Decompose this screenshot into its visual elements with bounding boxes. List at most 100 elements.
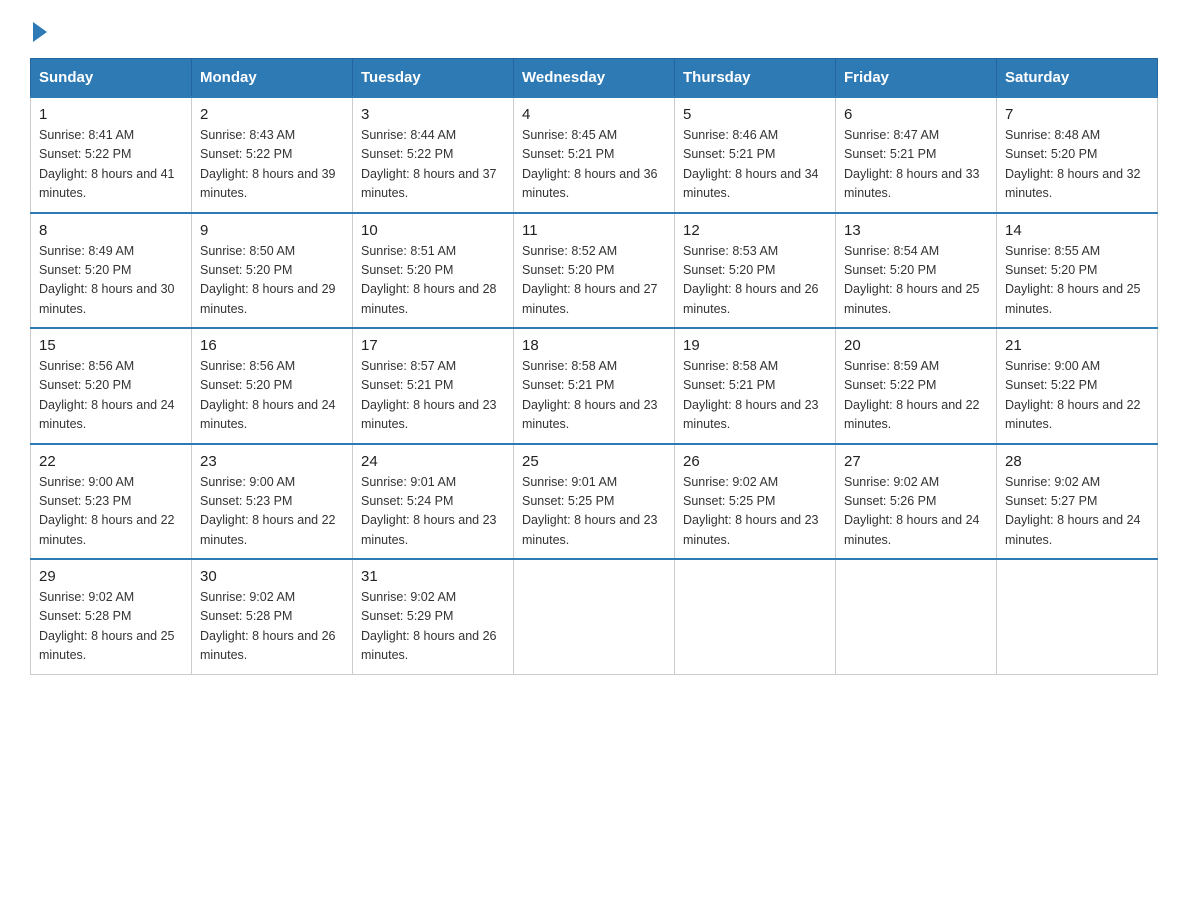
daylight-label: Daylight: 8 hours and 22 minutes. [200,513,336,546]
daylight-label: Daylight: 8 hours and 32 minutes. [1005,167,1141,200]
calendar-day-cell: 1 Sunrise: 8:41 AM Sunset: 5:22 PM Dayli… [31,97,192,213]
sunset-label: Sunset: 5:21 PM [683,378,775,392]
daylight-label: Daylight: 8 hours and 23 minutes. [522,513,658,546]
logo-top [30,20,47,42]
day-info: Sunrise: 8:51 AM Sunset: 5:20 PM Dayligh… [361,242,505,320]
daylight-label: Daylight: 8 hours and 23 minutes. [361,398,497,431]
daylight-label: Daylight: 8 hours and 26 minutes. [361,629,497,662]
calendar-day-cell [997,559,1158,674]
daylight-label: Daylight: 8 hours and 22 minutes. [39,513,175,546]
day-number: 9 [200,222,344,239]
day-number: 13 [844,222,988,239]
day-number: 30 [200,568,344,585]
daylight-label: Daylight: 8 hours and 25 minutes. [844,282,980,315]
calendar-day-cell: 13 Sunrise: 8:54 AM Sunset: 5:20 PM Dayl… [836,213,997,329]
day-of-week-header: Wednesday [514,59,675,98]
day-info: Sunrise: 8:59 AM Sunset: 5:22 PM Dayligh… [844,357,988,435]
calendar-day-cell: 18 Sunrise: 8:58 AM Sunset: 5:21 PM Dayl… [514,328,675,444]
daylight-label: Daylight: 8 hours and 30 minutes. [39,282,175,315]
day-number: 22 [39,453,183,470]
daylight-label: Daylight: 8 hours and 25 minutes. [1005,282,1141,315]
day-info: Sunrise: 9:02 AM Sunset: 5:28 PM Dayligh… [39,588,183,666]
day-number: 6 [844,106,988,123]
sunset-label: Sunset: 5:20 PM [39,263,131,277]
sunset-label: Sunset: 5:22 PM [39,147,131,161]
day-info: Sunrise: 8:48 AM Sunset: 5:20 PM Dayligh… [1005,126,1149,204]
calendar-day-cell [836,559,997,674]
calendar-day-cell: 3 Sunrise: 8:44 AM Sunset: 5:22 PM Dayli… [353,97,514,213]
sunset-label: Sunset: 5:21 PM [522,147,614,161]
day-number: 21 [1005,337,1149,354]
sunset-label: Sunset: 5:21 PM [683,147,775,161]
sunrise-label: Sunrise: 8:47 AM [844,128,939,142]
day-info: Sunrise: 9:01 AM Sunset: 5:25 PM Dayligh… [522,473,666,551]
calendar-day-cell: 6 Sunrise: 8:47 AM Sunset: 5:21 PM Dayli… [836,97,997,213]
calendar-day-cell: 26 Sunrise: 9:02 AM Sunset: 5:25 PM Dayl… [675,444,836,560]
day-number: 29 [39,568,183,585]
day-info: Sunrise: 8:58 AM Sunset: 5:21 PM Dayligh… [683,357,827,435]
day-of-week-header: Thursday [675,59,836,98]
daylight-label: Daylight: 8 hours and 29 minutes. [200,282,336,315]
calendar-day-cell: 15 Sunrise: 8:56 AM Sunset: 5:20 PM Dayl… [31,328,192,444]
daylight-label: Daylight: 8 hours and 22 minutes. [844,398,980,431]
sunset-label: Sunset: 5:20 PM [1005,147,1097,161]
day-number: 24 [361,453,505,470]
calendar-day-cell: 23 Sunrise: 9:00 AM Sunset: 5:23 PM Dayl… [192,444,353,560]
daylight-label: Daylight: 8 hours and 39 minutes. [200,167,336,200]
day-info: Sunrise: 9:01 AM Sunset: 5:24 PM Dayligh… [361,473,505,551]
calendar-day-cell: 27 Sunrise: 9:02 AM Sunset: 5:26 PM Dayl… [836,444,997,560]
daylight-label: Daylight: 8 hours and 37 minutes. [361,167,497,200]
sunset-label: Sunset: 5:22 PM [361,147,453,161]
day-number: 18 [522,337,666,354]
sunset-label: Sunset: 5:25 PM [683,494,775,508]
day-number: 19 [683,337,827,354]
calendar-day-cell: 25 Sunrise: 9:01 AM Sunset: 5:25 PM Dayl… [514,444,675,560]
sunrise-label: Sunrise: 9:01 AM [361,475,456,489]
calendar-day-cell: 16 Sunrise: 8:56 AM Sunset: 5:20 PM Dayl… [192,328,353,444]
sunset-label: Sunset: 5:23 PM [200,494,292,508]
day-info: Sunrise: 9:00 AM Sunset: 5:23 PM Dayligh… [39,473,183,551]
day-info: Sunrise: 8:45 AM Sunset: 5:21 PM Dayligh… [522,126,666,204]
calendar-week-row: 1 Sunrise: 8:41 AM Sunset: 5:22 PM Dayli… [31,97,1158,213]
day-info: Sunrise: 8:49 AM Sunset: 5:20 PM Dayligh… [39,242,183,320]
sunrise-label: Sunrise: 8:56 AM [200,359,295,373]
day-number: 14 [1005,222,1149,239]
day-of-week-header: Monday [192,59,353,98]
calendar-day-cell: 2 Sunrise: 8:43 AM Sunset: 5:22 PM Dayli… [192,97,353,213]
calendar-day-cell: 12 Sunrise: 8:53 AM Sunset: 5:20 PM Dayl… [675,213,836,329]
day-info: Sunrise: 9:02 AM Sunset: 5:28 PM Dayligh… [200,588,344,666]
daylight-label: Daylight: 8 hours and 36 minutes. [522,167,658,200]
calendar-day-cell: 30 Sunrise: 9:02 AM Sunset: 5:28 PM Dayl… [192,559,353,674]
day-number: 4 [522,106,666,123]
sunrise-label: Sunrise: 8:48 AM [1005,128,1100,142]
logo-arrow-icon [33,22,47,42]
sunset-label: Sunset: 5:20 PM [844,263,936,277]
sunrise-label: Sunrise: 8:53 AM [683,244,778,258]
sunrise-label: Sunrise: 8:58 AM [683,359,778,373]
sunset-label: Sunset: 5:25 PM [522,494,614,508]
sunrise-label: Sunrise: 9:02 AM [844,475,939,489]
day-info: Sunrise: 9:02 AM Sunset: 5:29 PM Dayligh… [361,588,505,666]
day-info: Sunrise: 9:02 AM Sunset: 5:26 PM Dayligh… [844,473,988,551]
day-number: 10 [361,222,505,239]
day-info: Sunrise: 8:41 AM Sunset: 5:22 PM Dayligh… [39,126,183,204]
calendar-day-cell: 17 Sunrise: 8:57 AM Sunset: 5:21 PM Dayl… [353,328,514,444]
page-header [30,20,1158,38]
calendar-day-cell [675,559,836,674]
sunrise-label: Sunrise: 9:02 AM [39,590,134,604]
daylight-label: Daylight: 8 hours and 25 minutes. [39,629,175,662]
day-info: Sunrise: 9:00 AM Sunset: 5:22 PM Dayligh… [1005,357,1149,435]
day-info: Sunrise: 8:56 AM Sunset: 5:20 PM Dayligh… [39,357,183,435]
sunrise-label: Sunrise: 8:46 AM [683,128,778,142]
sunrise-label: Sunrise: 9:02 AM [361,590,456,604]
calendar-day-cell: 14 Sunrise: 8:55 AM Sunset: 5:20 PM Dayl… [997,213,1158,329]
daylight-label: Daylight: 8 hours and 23 minutes. [522,398,658,431]
day-info: Sunrise: 8:57 AM Sunset: 5:21 PM Dayligh… [361,357,505,435]
sunset-label: Sunset: 5:20 PM [39,378,131,392]
sunset-label: Sunset: 5:20 PM [1005,263,1097,277]
sunset-label: Sunset: 5:20 PM [522,263,614,277]
sunrise-label: Sunrise: 8:55 AM [1005,244,1100,258]
sunset-label: Sunset: 5:21 PM [522,378,614,392]
sunset-label: Sunset: 5:28 PM [200,609,292,623]
sunrise-label: Sunrise: 8:59 AM [844,359,939,373]
